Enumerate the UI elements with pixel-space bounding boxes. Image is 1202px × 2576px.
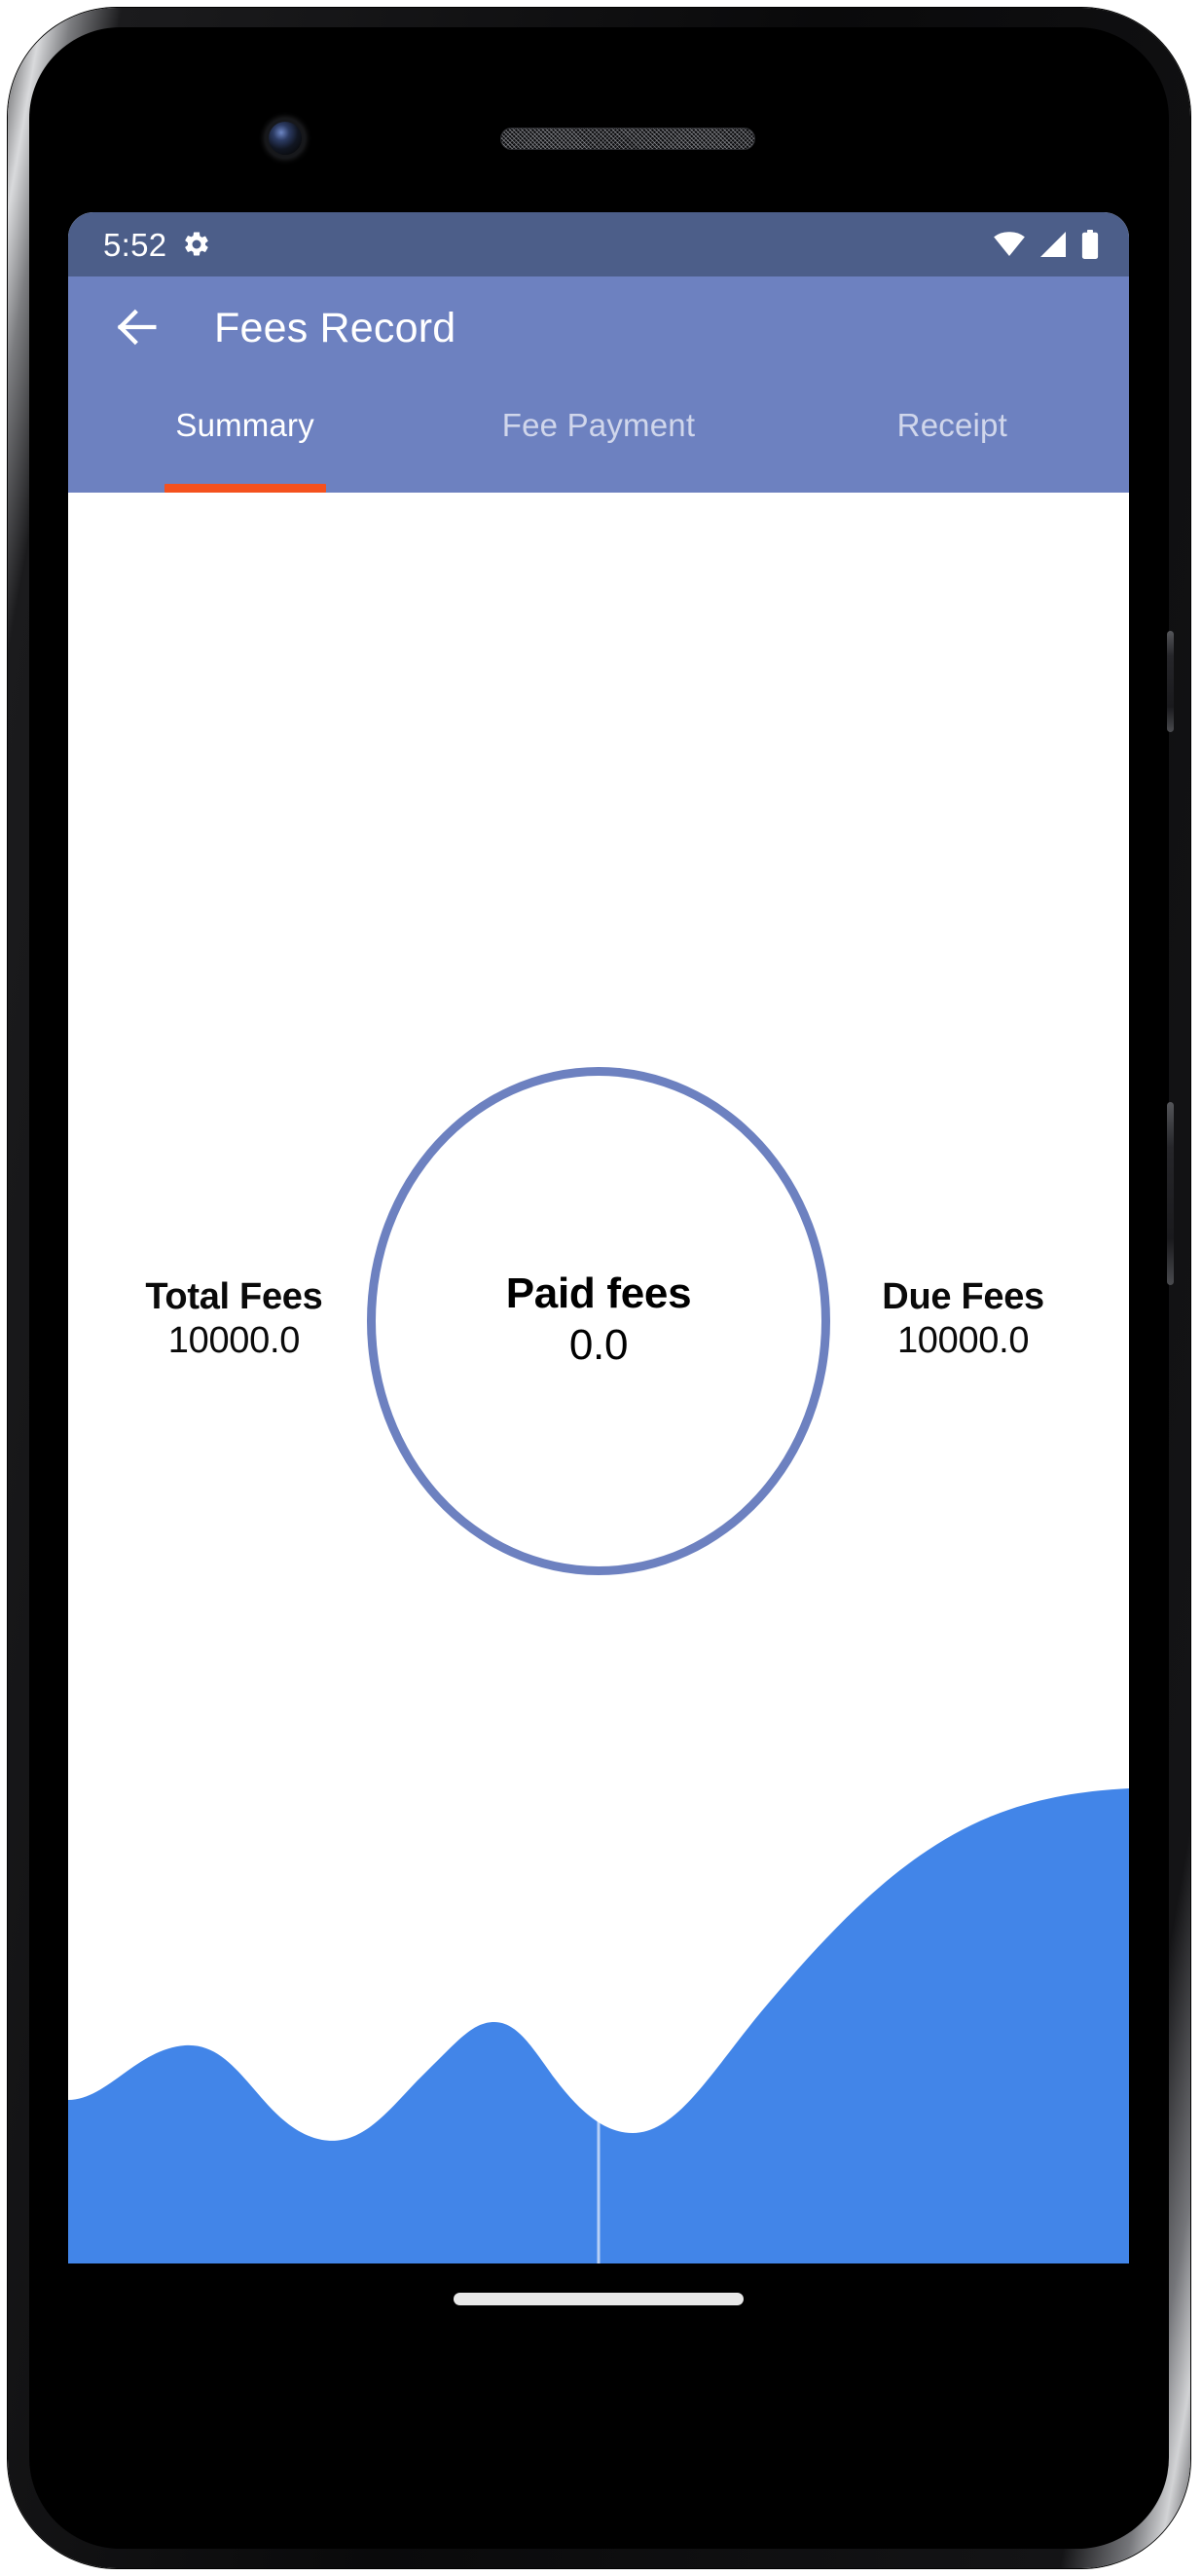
system-navigation-bar (68, 2263, 1129, 2369)
paid-fees-label: Paid fees (505, 1269, 692, 1317)
summary-panel: Total Fees 10000.0 Paid fees 0.0 Due Fee… (68, 493, 1129, 2263)
volume-button[interactable] (1167, 1102, 1174, 1285)
battery-full-icon (1080, 230, 1100, 259)
front-camera-icon (269, 122, 302, 155)
paid-fees-circle: Paid fees 0.0 (366, 1066, 831, 1575)
status-bar-clock: 5:52 (103, 226, 167, 263)
cellular-signal-icon (1038, 232, 1068, 257)
arrow-left-icon (112, 302, 163, 355)
paid-fees-value: 0.0 (568, 1321, 629, 1370)
page-title: Fees Record (214, 304, 456, 351)
status-bar-right (993, 230, 1100, 259)
total-fees-value: 10000.0 (167, 1320, 301, 1362)
back-button[interactable] (101, 292, 173, 364)
gear-icon (182, 230, 211, 259)
tab-summary-label: Summary (175, 407, 314, 443)
due-fees-block: Due Fees 10000.0 (830, 1276, 1096, 1365)
home-indicator[interactable] (454, 2293, 744, 2305)
app-bar: Fees Record (68, 276, 1129, 380)
due-fees-value: 10000.0 (896, 1320, 1030, 1362)
tab-bar: Summary Fee Payment Receipt (68, 380, 1129, 493)
earpiece-speaker-icon (500, 128, 755, 150)
wifi-icon (993, 232, 1026, 257)
tab-receipt-label: Receipt (896, 407, 1007, 443)
phone-screen: 5:52 Fees Record Summary Fee Payment Rec… (68, 212, 1129, 2263)
tab-receipt[interactable]: Receipt (776, 380, 1129, 493)
due-fees-label: Due Fees (882, 1276, 1044, 1318)
power-button[interactable] (1167, 631, 1174, 732)
tab-fee-payment-label: Fee Payment (501, 407, 696, 443)
status-bar-left: 5:52 (103, 229, 211, 261)
total-fees-block: Total Fees 10000.0 (101, 1276, 367, 1365)
status-bar: 5:52 (68, 212, 1129, 276)
tab-fee-payment[interactable]: Fee Payment (421, 380, 775, 493)
fees-figures-row: Total Fees 10000.0 Paid fees 0.0 Due Fee… (68, 493, 1129, 2263)
total-fees-label: Total Fees (145, 1276, 323, 1318)
tab-active-indicator (164, 484, 326, 493)
tab-summary[interactable]: Summary (68, 380, 421, 493)
